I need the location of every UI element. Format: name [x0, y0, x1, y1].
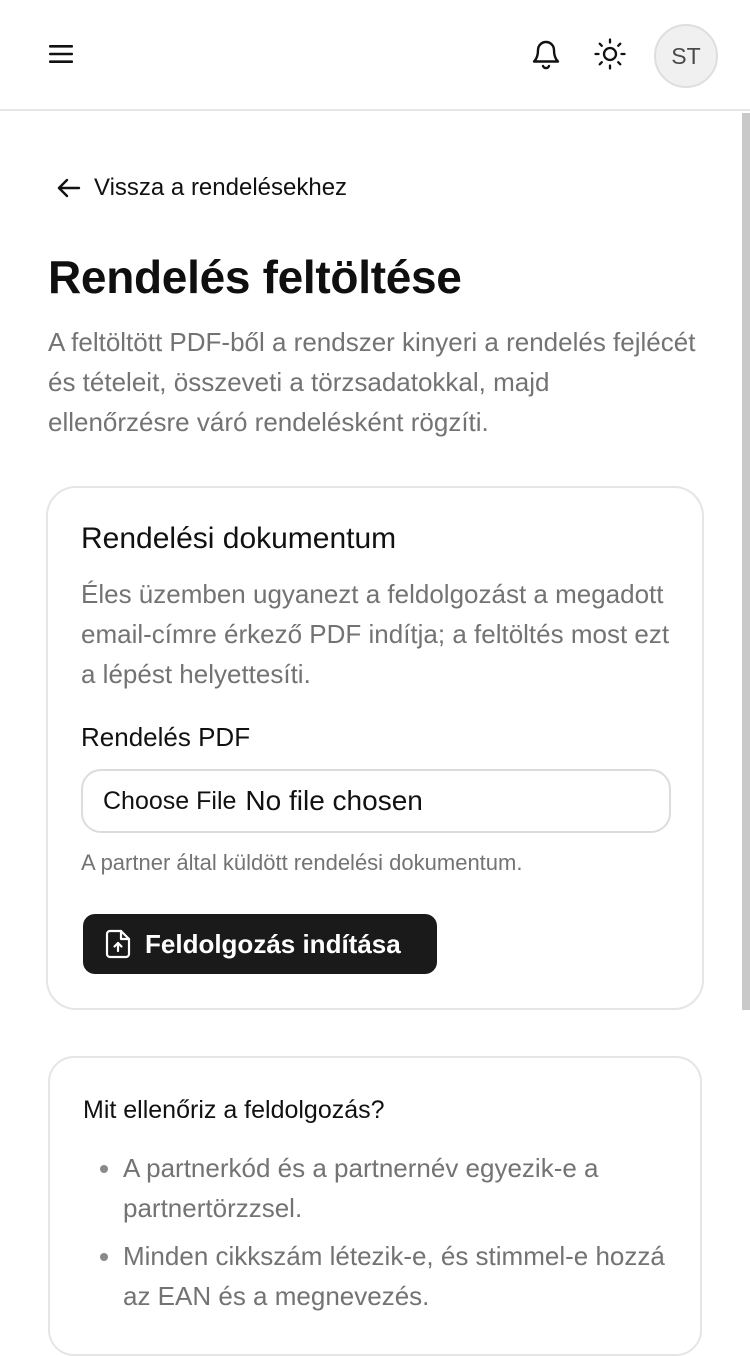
- list-item: A partnerkód és a partnernév egyezik-e a…: [123, 1148, 673, 1228]
- page-scrollbar[interactable]: [742, 113, 750, 1010]
- back-link-label: Vissza a rendelésekhez: [94, 174, 348, 201]
- validation-info-list: A partnerkód és a partnernév egyezik-e a…: [83, 1148, 673, 1324]
- validation-info-title: Mit ellenőriz a feldolgozás?: [83, 1096, 385, 1124]
- menu-button[interactable]: [34, 27, 88, 81]
- pdf-file-input[interactable]: Choose File No file chosen: [81, 769, 671, 833]
- upload-card: Rendelési dokumentum Éles üzemben ugyane…: [46, 486, 704, 1010]
- upload-card-description: Éles üzemben ugyanezt a feldolgozást a m…: [81, 579, 670, 689]
- theme-toggle-button[interactable]: [583, 27, 637, 81]
- arrow-left-icon: [57, 178, 81, 198]
- page-description: A feltöltött PDF-ből a rendszer kinyeri …: [48, 327, 696, 437]
- user-avatar[interactable]: ST: [654, 24, 718, 88]
- bell-icon: [532, 40, 560, 70]
- hamburger-menu-icon: [49, 45, 73, 63]
- notifications-button[interactable]: [519, 27, 573, 81]
- file-status-text: No file chosen: [245, 785, 423, 816]
- back-to-orders-link[interactable]: Vissza a rendelésekhez: [56, 168, 347, 208]
- pdf-field-hint: A partner által küldött rendelési dokume…: [81, 850, 523, 875]
- choose-file-button[interactable]: Choose File: [103, 787, 236, 816]
- start-processing-label: Feldolgozás indítása: [145, 928, 401, 959]
- page-title: Rendelés feltöltése: [48, 251, 462, 303]
- upload-card-title: Rendelési dokumentum: [81, 522, 397, 555]
- list-item: Minden cikkszám létezik-e, és stimmel-e …: [123, 1236, 673, 1316]
- pdf-field-label: Rendelés PDF: [81, 722, 251, 752]
- top-bar: ST: [0, 0, 750, 111]
- sun-icon: [594, 38, 626, 70]
- start-processing-button[interactable]: Feldolgozás indítása: [83, 914, 437, 974]
- file-upload-icon: [105, 929, 131, 959]
- validation-info-card: Mit ellenőriz a feldolgozás? A partnerkó…: [48, 1056, 702, 1356]
